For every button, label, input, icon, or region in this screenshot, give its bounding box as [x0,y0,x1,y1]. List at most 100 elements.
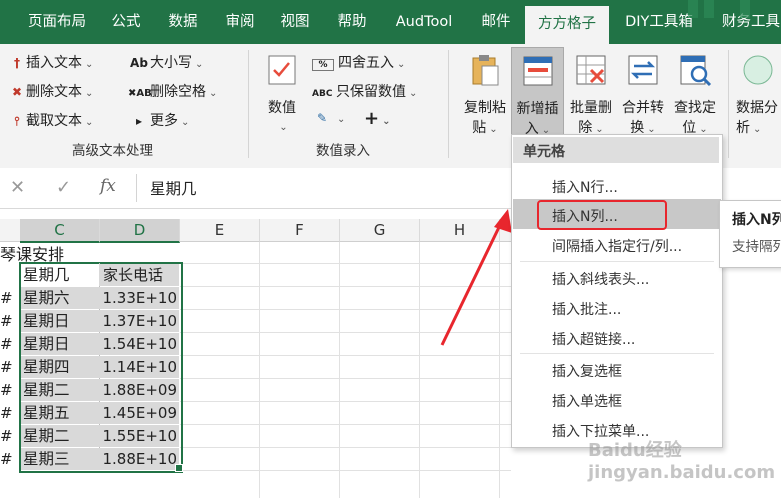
copy-paste-button[interactable]: 复制粘 贴 ⌄ [460,52,510,140]
hash-overflow: # [0,404,13,422]
group-separator [248,50,249,158]
tab-page-layout[interactable]: 页面布局 [14,0,100,44]
batch-delete-button[interactable]: 批量删 除 ⌄ [565,52,617,140]
ribbon-tab-bar: 页面布局 公式 数据 审阅 视图 帮助 AudTool 邮件 方方格子 DIY工… [0,0,781,44]
value-button[interactable]: 数值 ⌄ [260,52,304,138]
tab-fangfanggezi[interactable]: 方方格子 [525,6,609,44]
hash-overflow: # [0,335,13,353]
menu-item-diagonal-header[interactable]: 插入斜线表头... [552,269,649,289]
column-header-f[interactable]: F [260,219,340,242]
day-cell[interactable]: 星期五 [21,402,99,424]
delete-space-button[interactable]: ✖AB删除空格 ⌄ [128,81,217,101]
day-cell[interactable]: 星期四 [21,356,99,378]
case-button[interactable]: Ab 大小写 ⌄ [128,52,203,72]
day-cell[interactable]: 星期日 [21,310,99,332]
menu-item-insert-comment[interactable]: 插入批注... [552,299,621,319]
day-cell[interactable]: 星期日 [21,333,99,355]
column-header-c[interactable]: C [20,219,100,243]
tab-mail[interactable]: 邮件 [468,0,524,44]
round-button[interactable]: % 四舍五入 ⌄ [312,52,405,72]
fill-handle[interactable] [175,464,183,472]
plus-button[interactable]: + ⌄ [364,108,390,129]
day-cell[interactable]: 星期三 [21,448,99,470]
hash-overflow: # [0,450,13,468]
insert-text-button[interactable]: † 插入文本 ⌄ [8,52,93,72]
tab-review[interactable]: 审阅 [214,0,266,44]
group-separator [728,50,729,158]
phone-cell[interactable]: 1.33E+10 [99,287,179,309]
chevron-down-icon: ⌄ [397,59,406,70]
formula-input[interactable]: 星期几 [150,177,197,199]
find-locate-label: 查找定 [674,100,716,116]
data-analysis-button[interactable]: 数据分 析 ⌄ [736,52,781,140]
cancel-icon[interactable]: ✕ [10,177,25,198]
gridline [180,447,511,448]
phone-cell[interactable]: 1.55E+10 [99,425,179,447]
insert-text-label: 插入文本 [26,55,82,71]
day-cell[interactable]: 星期六 [21,287,99,309]
edit-button[interactable]: ✎ ⌄ [312,110,345,126]
tab-data[interactable]: 数据 [152,0,214,44]
batch-delete-label: 批量删 [570,100,612,116]
chevron-down-icon: ⌄ [195,59,204,70]
case-label: 大小写 [150,55,192,71]
phone-cell[interactable]: 1.14E+10 [99,356,179,378]
delete-text-label: 删除文本 [26,84,82,100]
tab-audtool[interactable]: AudTool [380,0,468,44]
column-header-g[interactable]: G [340,219,420,242]
insert-dropdown-menu: 单元格 插入N行... 插入N列... 间隔插入指定行/列... 插入斜线表头.… [511,134,723,448]
confirm-icon[interactable]: ✓ [56,177,71,198]
chevron-down-icon: ⌄ [209,88,218,99]
merge-convert-icon [628,55,658,85]
merge-convert-label: 合并转 [622,100,664,116]
tab-view[interactable]: 视图 [266,0,324,44]
phone-cell[interactable]: 1.54E+10 [99,333,179,355]
menu-item-interval-insert[interactable]: 间隔插入指定行/列... [552,236,682,256]
hash-overflow: # [0,427,13,445]
day-cell[interactable]: 星期二 [21,379,99,401]
chevron-down-icon: ⌄ [489,124,498,135]
edit-icon: ✎ [316,111,328,125]
group-label-text: 高级文本处理 [72,143,153,159]
find-locate-icon [680,55,712,87]
chevron-down-icon: ⌄ [85,88,94,99]
gridline [180,378,511,379]
more-icon: ▸ [135,114,143,128]
menu-item-insert-rows[interactable]: 插入N行... [552,177,618,197]
gridline [180,401,511,402]
menu-item-insert-radio[interactable]: 插入单选框 [552,391,622,411]
phone-cell[interactable]: 1.37E+10 [99,310,179,332]
highlight-box [537,200,667,230]
function-icon[interactable]: fx [100,176,116,196]
hash-overflow: # [0,289,13,307]
copy-paste-label-2: 贴 [472,120,487,136]
tab-formulas[interactable]: 公式 [100,0,152,44]
delete-text-button[interactable]: ✖ 删除文本 ⌄ [8,81,93,101]
header-cell-c[interactable]: 星期几 [21,264,99,286]
cut-text-button[interactable]: ⫯ 截取文本 ⌄ [8,110,93,130]
day-cell[interactable]: 星期二 [21,425,99,447]
menu-separator [520,261,714,262]
phone-cell[interactable]: 1.45E+09 [99,402,179,424]
delete-text-icon: ✖ [11,85,23,99]
phone-cell[interactable]: 1.88E+10 [99,448,179,470]
find-locate-button[interactable]: 查找定 位 ⌄ [669,52,721,140]
hash-overflow: # [0,358,13,376]
header-cell-d[interactable]: 家长电话 [99,264,179,286]
merge-convert-button[interactable]: 合并转 换 ⌄ [617,52,669,140]
insert-new-label: 新增插 [516,101,559,117]
keep-value-button[interactable]: ABC 只保留数值 ⌄ [312,81,417,101]
menu-item-insert-checkbox[interactable]: 插入复选框 [552,361,622,381]
insert-new-button[interactable]: 新增插 入 ⌄ [511,47,564,140]
value-icon [268,55,296,85]
menu-item-insert-hyperlink[interactable]: 插入超链接... [552,329,635,349]
batch-delete-icon [576,55,606,85]
phone-cell[interactable]: 1.88E+09 [99,379,179,401]
gridline [180,424,511,425]
column-header-d[interactable]: D [100,219,180,243]
group-separator [448,50,449,158]
tab-help[interactable]: 帮助 [324,0,380,44]
column-header-e[interactable]: E [180,219,260,242]
hash-overflow: # [0,381,13,399]
more-button[interactable]: ▸ 更多 ⌄ [128,110,189,130]
